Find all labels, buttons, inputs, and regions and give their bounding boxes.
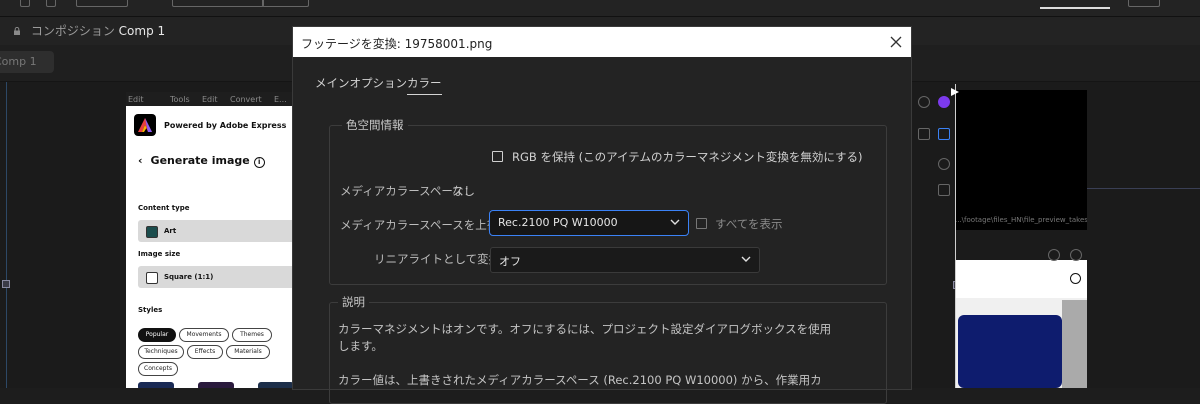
show-all-label: すべてを表示 <box>715 217 783 231</box>
transform-handle[interactable] <box>2 280 10 288</box>
panel-icon[interactable] <box>938 128 950 140</box>
bell-icon[interactable] <box>918 96 930 108</box>
thumbnail[interactable] <box>258 382 294 388</box>
image-size-label: Image size <box>138 250 181 258</box>
panel-icon[interactable] <box>918 128 930 140</box>
preview-panel-header <box>955 260 1087 298</box>
adobe-express-panel: Powered by Adobe Express ‹ Generate image… <box>126 106 296 388</box>
composition-label: コンポジション <box>30 24 115 38</box>
description-line: カラーマネジメントはオンです。オフにするには、プロジェクト設定ダイアログボックス… <box>338 322 832 336</box>
composition-name: Comp 1 <box>118 24 166 38</box>
override-value: Rec.2100 PQ W10000 <box>498 216 618 229</box>
preserve-rgb-checkbox[interactable] <box>492 151 503 162</box>
thumbnail[interactable] <box>198 382 234 388</box>
interpret-footage-dialog: フッテージを変換: 19758001.png メインオプション カラー 色空間情… <box>292 26 912 404</box>
content-type-value: Art <box>164 227 177 235</box>
show-all-checkbox[interactable] <box>696 218 707 229</box>
style-chip[interactable]: Concepts <box>138 362 178 376</box>
avatar[interactable] <box>938 96 950 108</box>
style-chip[interactable]: Techniques <box>138 345 184 359</box>
menu-item[interactable]: Edit <box>202 95 218 104</box>
help-icon[interactable] <box>1070 249 1082 261</box>
square-icon <box>146 272 158 284</box>
menu-item[interactable]: Tools <box>170 95 190 104</box>
style-chip[interactable]: Movements <box>179 328 229 342</box>
dialog-title-bar[interactable]: フッテージを変換: 19758001.png <box>293 27 911 57</box>
description-group: 説明 カラーマネジメントはオンです。オフにするには、プロジェクト設定ダイアログボ… <box>329 294 887 404</box>
linear-light-select[interactable]: オフ <box>490 247 760 273</box>
workspace-tab[interactable] <box>1128 0 1160 7</box>
adobe-express-logo <box>134 114 156 136</box>
styles-label: Styles <box>138 306 163 314</box>
back-chevron-icon[interactable]: ‹ <box>138 154 143 167</box>
info-icon[interactable] <box>1070 273 1081 284</box>
tool-icon[interactable] <box>46 0 56 7</box>
media-color-space-value: なし <box>452 184 475 198</box>
image-size-value: Square (1:1) <box>164 273 214 281</box>
description-line: します。 <box>338 339 383 353</box>
close-icon[interactable] <box>886 32 906 52</box>
preserve-rgb-label: RGB を保持 (このアイテムのカラーマネジメント変換を無効にする) <box>512 150 863 164</box>
description-line: カラー値は、上書きされたメディアカラースペース (Rec.2100 PQ W10… <box>338 373 822 387</box>
style-chip[interactable]: Materials <box>226 345 270 359</box>
linear-light-value: オフ <box>499 255 521 268</box>
menu-item[interactable]: E... <box>274 95 287 104</box>
toolbar-group[interactable] <box>262 0 309 7</box>
guide-line <box>955 84 956 388</box>
preview-path: ...\footage\files_HN\file_preview_takes <box>955 216 1087 224</box>
color-space-group: 色空間情報 RGB を保持 (このアイテムのカラーマネジメント変換を無効にする)… <box>329 117 887 285</box>
style-chip[interactable]: Popular <box>138 328 176 342</box>
chevron-down-icon <box>741 256 751 262</box>
breadcrumb[interactable]: Comp 1 <box>0 51 54 73</box>
tab-color[interactable]: カラー <box>407 75 442 95</box>
thumbnail[interactable] <box>138 382 174 388</box>
search-icon[interactable] <box>1048 249 1060 261</box>
preview-image <box>958 315 1062 388</box>
lock-icon[interactable] <box>13 27 21 35</box>
tab-main-options[interactable]: メインオプション <box>315 75 407 91</box>
preview-canvas <box>955 90 1087 230</box>
image-size-select[interactable]: Square (1:1) <box>138 266 296 288</box>
menu-item[interactable]: Convert <box>230 95 262 104</box>
preview-strip <box>1062 300 1087 388</box>
panel-title-text: Generate image <box>150 154 250 167</box>
panel-title: ‹ Generate image i <box>138 154 265 168</box>
override-color-space-select[interactable]: Rec.2100 PQ W10000 <box>489 210 689 236</box>
toolbar-group[interactable] <box>76 0 128 7</box>
chevron-down-icon <box>670 219 680 225</box>
workspace-active-indicator <box>1040 7 1110 9</box>
composition-tab[interactable]: コンポジション Comp 1 ☰ <box>0 17 170 66</box>
content-type-select[interactable]: Art <box>138 220 296 242</box>
dialog-title: フッテージを変換: 19758001.png <box>301 37 493 51</box>
info-icon[interactable]: i <box>253 157 265 168</box>
tool-icon[interactable] <box>20 0 30 7</box>
group-title: 説明 <box>338 294 369 310</box>
menu-item[interactable]: Edit <box>128 95 144 104</box>
style-chip[interactable]: Themes <box>232 328 272 342</box>
express-menubar: Edit Tools Edit Convert E... <box>126 92 296 106</box>
guide-line <box>1087 188 1200 189</box>
description-text: カラーマネジメントはオンです。オフにするには、プロジェクト設定ダイアログボックス… <box>338 321 831 389</box>
guide-line <box>6 82 7 388</box>
description-line <box>338 355 831 372</box>
panel-icon[interactable] <box>938 158 950 170</box>
art-icon <box>146 226 158 238</box>
toolbar-group[interactable] <box>172 0 264 7</box>
style-chip[interactable]: Effects <box>187 345 223 359</box>
grid-icon[interactable] <box>938 184 950 196</box>
content-type-label: Content type <box>138 204 190 212</box>
group-title: 色空間情報 <box>342 117 408 133</box>
brand-text: Powered by Adobe Express <box>164 121 287 130</box>
